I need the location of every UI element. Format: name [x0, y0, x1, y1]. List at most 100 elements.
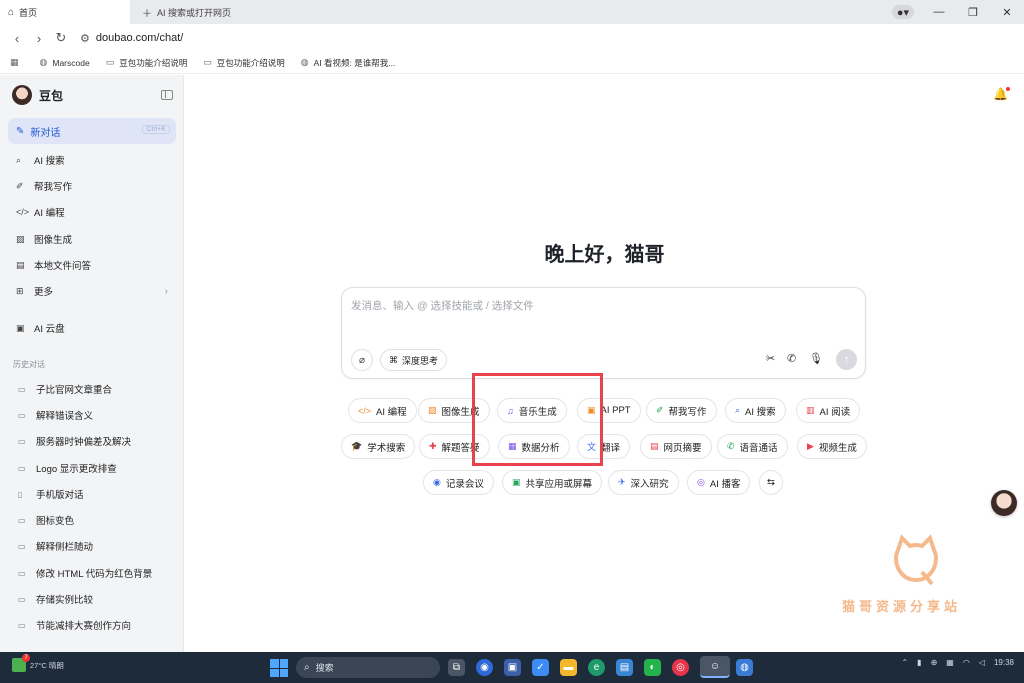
send-button[interactable]: ↑	[836, 349, 857, 370]
skill-chip-writing[interactable]: ✐ 帮我写作	[646, 398, 717, 423]
skill-chip-podcast[interactable]: ◎ AI 播客	[687, 470, 751, 495]
sidebar-item-image[interactable]: ▨ 图像生成	[8, 228, 176, 250]
history-item[interactable]: ▭ 存储实例比较	[8, 588, 176, 610]
file-explorer-icon[interactable]: ▬	[560, 659, 577, 676]
remote-desktop-icon[interactable]: ▣	[504, 659, 521, 676]
skill-chip-music[interactable]: ♫ 音乐生成	[497, 398, 567, 423]
chat-icon: ▭	[18, 410, 26, 420]
floating-assistant-avatar[interactable]	[991, 490, 1017, 516]
notification-bell-icon[interactable]: 🔔	[993, 87, 1010, 101]
skill-chip-solve[interactable]: ✚ 解题答疑	[419, 434, 490, 459]
new-tab-button[interactable]: ＋ AI 搜索或打开网页	[134, 0, 334, 24]
history-item[interactable]: ▭ 节能减排大赛创作方向	[8, 614, 176, 636]
notepad-icon[interactable]: ▤	[616, 659, 633, 676]
skill-chip-reading[interactable]: ▥ AI 阅读	[796, 398, 861, 423]
bookmark-item[interactable]: ▭ 豆包功能介绍说明	[106, 57, 188, 69]
maximize-button[interactable]: ❐	[956, 6, 990, 19]
watermark-cat-logo	[894, 534, 938, 586]
chip-label: 翻译	[601, 442, 621, 454]
skill-chip-video[interactable]: ▶ 视频生成	[797, 434, 867, 459]
browser-app-icon[interactable]: ◉	[476, 659, 493, 676]
history-item[interactable]: ▯ 手机版对话	[8, 483, 176, 505]
skill-chip-translate[interactable]: 文翻译	[577, 434, 631, 459]
weather-widget[interactable]: 27°C 晴朗	[12, 654, 64, 672]
sidebar-item-coding[interactable]: </> AI 编程	[8, 201, 176, 223]
sidebar-item-local-files[interactable]: ▤ 本地文件问答	[8, 254, 176, 276]
history-item[interactable]: ▭ 解释侧栏随动	[8, 535, 176, 557]
site-settings-icon[interactable]: ⚙	[80, 32, 90, 45]
new-chat-label: 新对话	[30, 127, 61, 139]
chip-label: AI 搜索	[745, 406, 776, 418]
skill-chip-ai-coding[interactable]: </> AI 编程	[348, 398, 417, 423]
history-item[interactable]: ▭ 修改 HTML 代码为红色背景	[8, 562, 176, 584]
chat-icon: ▭	[18, 568, 26, 578]
telescope-icon: ✈	[618, 477, 626, 487]
chat-placeholder[interactable]: 发消息、输入 @ 选择技能或 / 选择文件	[351, 298, 534, 313]
history-item[interactable]: ▭ 子比官网文章重合	[8, 378, 176, 400]
attach-icon[interactable]: ⌀	[351, 349, 373, 371]
brand[interactable]: 豆包	[12, 85, 63, 105]
sidebar-collapse-icon[interactable]	[161, 90, 173, 100]
sidebar-item-cloud[interactable]: ▣ AI 云盘	[8, 317, 176, 339]
start-menu-icon[interactable]	[270, 659, 288, 677]
sidebar-item-ai-search[interactable]: ⌕ AI 搜索	[8, 149, 176, 171]
clock[interactable]: 19:38	[994, 658, 1014, 667]
app-icon[interactable]: ◍	[736, 659, 753, 676]
skill-chip-data[interactable]: ▦ 数据分析	[498, 434, 570, 459]
forward-icon[interactable]: ›	[28, 31, 50, 46]
minimize-button[interactable]: —	[922, 6, 956, 18]
skill-chip-deep-research[interactable]: ✈ 深入研究	[608, 470, 679, 495]
reload-icon[interactable]: ↻	[50, 30, 72, 46]
history-item[interactable]: ▭ 解释错误含义	[8, 404, 176, 426]
doubao-app-icon[interactable]: ☺	[700, 656, 730, 678]
sidebar-item-more[interactable]: ⊞ 更多 ›	[8, 280, 176, 302]
sidebar-item-label: 更多	[34, 287, 54, 298]
chat-icon: ▭	[18, 541, 26, 551]
chip-label: 深入研究	[630, 478, 669, 490]
chevron-up-icon[interactable]: ⌃	[901, 658, 908, 667]
close-button[interactable]: ✕	[990, 6, 1024, 19]
task-view-icon[interactable]: ⧉	[448, 659, 465, 676]
scissors-icon[interactable]: ✂	[766, 352, 775, 365]
bookmark-item[interactable]: ▭ 豆包功能介绍说明	[203, 57, 285, 69]
microphone-icon[interactable]: 🎙	[809, 352, 823, 365]
feishu-icon[interactable]: ✓	[532, 659, 549, 676]
url-field[interactable]: ⚙ doubao.com/chat/	[80, 32, 183, 45]
taskbar-search[interactable]: ⌕ 搜索	[296, 657, 440, 678]
wifi-icon[interactable]: ◠	[963, 658, 970, 667]
apps-grid-icon[interactable]: ▦	[10, 57, 24, 68]
edge-icon[interactable]: e	[588, 659, 605, 676]
volume-icon[interactable]: ◁	[979, 658, 985, 667]
history-label: 子比官网文章重合	[36, 385, 113, 396]
deep-think-button[interactable]: ⌘ 深度思考	[380, 349, 448, 371]
skill-chip-image[interactable]: ▨ 图像生成	[418, 398, 490, 423]
skill-chip-voice-call[interactable]: ✆ 语音通话	[717, 434, 788, 459]
tab-home[interactable]: ⌂ 首页	[0, 0, 130, 24]
history-item[interactable]: ▭ 图标变色	[8, 509, 176, 531]
widgets-icon	[12, 654, 30, 672]
netease-music-icon[interactable]: ◎	[672, 659, 689, 676]
new-chat-button[interactable]: ✎ 新对话 Ctrl+K	[8, 118, 176, 144]
skill-chip-summary[interactable]: ▤ 网页摘要	[640, 434, 712, 459]
wechat-icon[interactable]: ◐	[644, 659, 661, 676]
chat-input-box[interactable]: 发消息、输入 @ 选择技能或 / 选择文件 ⌀ ⌘ 深度思考 ✂ ✆ 🎙 ↑	[341, 287, 866, 379]
doc-icon: ▭	[105, 57, 115, 67]
bookmark-item[interactable]: ◍ Marscode	[40, 57, 90, 68]
history-item[interactable]: ▭ 服务器时钟偏差及解决	[8, 430, 176, 452]
history-item[interactable]: ▭ Logo 显示更改排查	[8, 457, 176, 479]
back-icon[interactable]: ‹	[6, 31, 28, 46]
tray-app-icon[interactable]: ▮	[917, 658, 921, 667]
tray-app-icon[interactable]: ▦	[946, 658, 954, 667]
skill-chip-academic[interactable]: 🎓 学术搜索	[341, 434, 416, 459]
skill-chip-search[interactable]: ⌕ AI 搜索	[725, 398, 786, 423]
more-skills-button[interactable]: ⇆	[759, 470, 783, 495]
code-icon: </>	[16, 207, 30, 217]
profile-avatar[interactable]: ●▾	[892, 5, 914, 19]
sidebar-item-writing[interactable]: ✐ 帮我写作	[8, 175, 176, 197]
skill-chip-ppt[interactable]: ▣ AI PPT	[577, 398, 641, 423]
skill-chip-share-screen[interactable]: ▣ 共享应用或屏幕	[502, 470, 603, 495]
phone-call-icon[interactable]: ✆	[787, 352, 796, 365]
skill-chip-meeting[interactable]: ◉ 记录会议	[423, 470, 494, 495]
bookmark-item[interactable]: ◍ AI 看视频: 是谁帮我...	[301, 57, 396, 69]
tray-app-icon[interactable]: ⊕	[931, 658, 938, 667]
